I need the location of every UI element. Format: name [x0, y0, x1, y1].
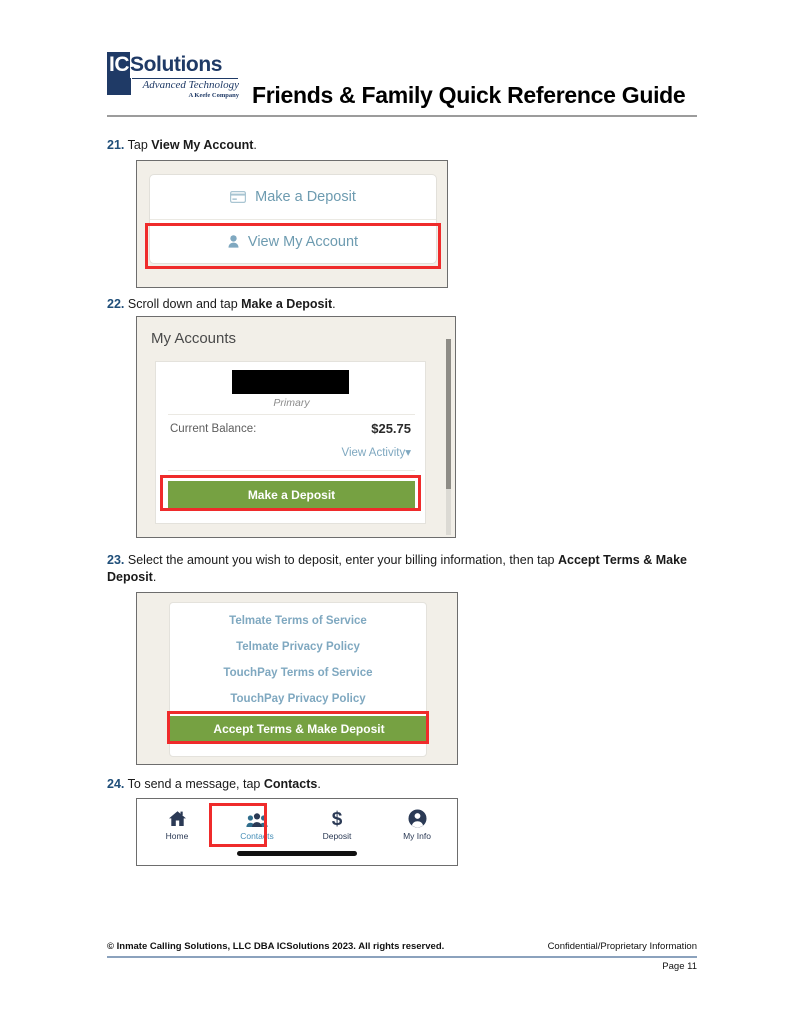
bottom-navbar: Home Contacts $ Deposit My Info: [137, 799, 457, 849]
step-22-number: 22.: [107, 297, 125, 311]
logo-wordmark: IC Solutions: [107, 52, 222, 78]
svg-text:$: $: [332, 809, 343, 828]
screenshot-bottom-navbar: Home Contacts $ Deposit My Info: [136, 798, 458, 866]
footer-divider: [107, 956, 697, 958]
footer-copyright: © Inmate Calling Solutions, LLC DBA ICSo…: [107, 941, 445, 952]
step-21-text-before: Tap: [127, 138, 152, 152]
step-22: 22. Scroll down and tap Make a Deposit.: [107, 296, 707, 313]
step-22-bold: Make a Deposit: [241, 297, 333, 311]
screenshot-terms: Telmate Terms of Service Telmate Privacy…: [136, 592, 458, 765]
step-23-text-before: Select the amount you wish to deposit, e…: [127, 553, 558, 567]
step-23-number: 23.: [107, 553, 125, 567]
nav-item-contacts-label: Contacts: [240, 830, 274, 841]
step-24-number: 24.: [107, 777, 125, 791]
terms-link-touchpay-tos[interactable]: TouchPay Terms of Service: [170, 667, 426, 679]
nav-item-deposit-label: Deposit: [322, 830, 352, 841]
make-a-deposit-button[interactable]: Make a Deposit: [168, 481, 415, 509]
logo-solutions-text: Solutions: [130, 53, 223, 76]
accept-terms-make-deposit-button[interactable]: Accept Terms & Make Deposit: [170, 716, 428, 742]
view-activity-label: View Activity: [341, 447, 406, 459]
logo-subtagline: A Keefe Company: [188, 92, 239, 99]
panel-scrollbar[interactable]: [446, 339, 451, 535]
terms-link-touchpay-privacy[interactable]: TouchPay Privacy Policy: [170, 693, 426, 705]
current-balance-label: Current Balance:: [170, 423, 257, 435]
step-21-text-after: .: [253, 138, 257, 152]
step-21-number: 21.: [107, 138, 125, 152]
view-my-account-label: View My Account: [247, 233, 359, 250]
nav-item-home-label: Home: [165, 830, 189, 841]
nav-item-my-info[interactable]: My Info: [377, 799, 457, 849]
screenshot-account-menu: Make a Deposit View My Account: [136, 160, 448, 288]
view-my-account-row[interactable]: View My Account: [150, 219, 436, 263]
home-indicator-bar: [237, 851, 357, 856]
nav-item-home[interactable]: Home: [137, 799, 217, 849]
divider-bottom: [168, 470, 415, 471]
logo-tagline: Advanced Technology: [142, 79, 239, 91]
step-24-text-after: .: [317, 777, 321, 791]
step-22-text-before: Scroll down and tap: [127, 297, 242, 311]
view-activity-link[interactable]: View Activity▾: [342, 445, 411, 459]
step-22-text-after: .: [332, 297, 336, 311]
header-divider: [107, 115, 697, 117]
terms-link-telmate-tos[interactable]: Telmate Terms of Service: [170, 615, 426, 627]
current-balance-value: $25.75: [371, 421, 411, 436]
page-title: Friends & Family Quick Reference Guide: [252, 82, 686, 108]
icsolutions-logo: IC Solutions Advanced Technology A Keefe …: [107, 52, 247, 102]
credit-card-icon: [230, 191, 247, 203]
page-header: IC Solutions Advanced Technology A Keefe …: [107, 52, 697, 114]
step-21: 21. Tap View My Account.: [107, 137, 707, 154]
nav-item-contacts[interactable]: Contacts: [217, 799, 297, 849]
nav-item-deposit[interactable]: $ Deposit: [297, 799, 377, 849]
screenshot-my-accounts: My Accounts Primary Current Balance: $25…: [136, 316, 456, 538]
person-circle-icon: [408, 808, 427, 828]
step-21-bold: View My Account: [151, 138, 254, 152]
people-icon: [246, 808, 268, 828]
redacted-account-name: [232, 370, 349, 394]
logo-ic-badge: IC: [107, 52, 130, 78]
account-type-label: Primary: [273, 397, 310, 409]
step-24-bold: Contacts: [263, 777, 318, 791]
step-24: 24. To send a message, tap Contacts.: [107, 776, 707, 793]
make-a-deposit-label: Make a Deposit: [255, 189, 356, 205]
divider-top: [168, 414, 415, 415]
make-a-deposit-row[interactable]: Make a Deposit: [150, 175, 436, 219]
account-action-card: Make a Deposit View My Account: [149, 174, 437, 264]
step-23-text-after: .: [152, 570, 157, 584]
terms-link-telmate-privacy[interactable]: Telmate Privacy Policy: [170, 641, 426, 653]
panel-scrollbar-thumb[interactable]: [446, 339, 451, 489]
footer-page-number: Page 11: [662, 961, 697, 972]
my-accounts-heading: My Accounts: [151, 330, 237, 347]
step-23: 23. Select the amount you wish to deposi…: [107, 552, 702, 586]
terms-card: Telmate Terms of Service Telmate Privacy…: [169, 602, 428, 757]
step-24-text-before: To send a message, tap: [127, 777, 264, 791]
account-summary-card: Primary Current Balance: $25.75 View Act…: [155, 361, 426, 524]
chevron-down-icon: ▾: [405, 447, 411, 459]
nav-item-my-info-label: My Info: [403, 830, 431, 841]
dollar-icon: $: [330, 808, 344, 828]
footer-confidential: Confidential/Proprietary Information: [547, 941, 697, 952]
home-icon: [168, 808, 187, 828]
logo-block-accent: [107, 78, 131, 95]
person-icon: [228, 235, 239, 248]
